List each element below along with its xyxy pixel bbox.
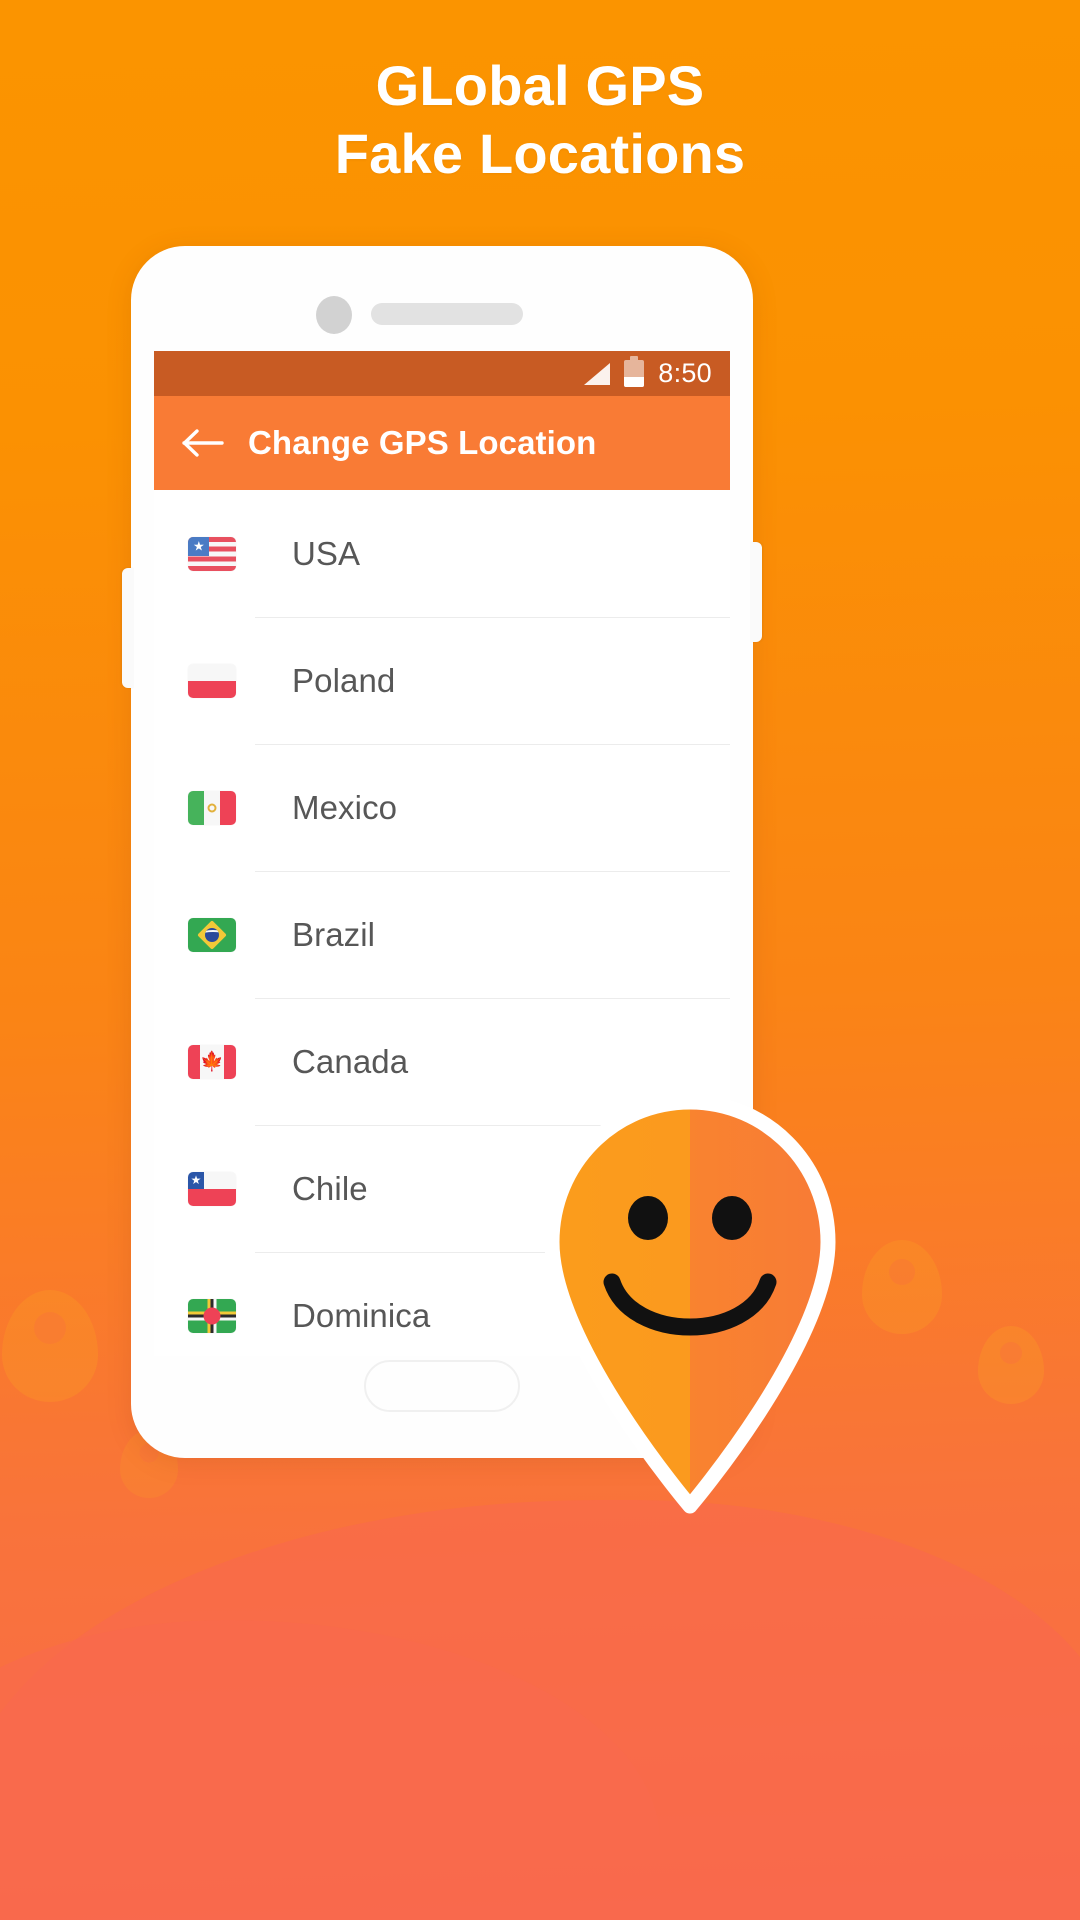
promo-headline-line2: Fake Locations bbox=[334, 122, 746, 186]
flag-poland-icon bbox=[188, 663, 236, 698]
promo-headline: GLobal GPS Fake Locations bbox=[0, 52, 1080, 189]
status-bar: 8:50 bbox=[154, 351, 730, 396]
background-land-shape bbox=[0, 1500, 1080, 1920]
phone-home-button bbox=[364, 1360, 520, 1412]
promo-headline-line1: GLobal GPS bbox=[375, 54, 705, 117]
flag-usa-icon: ★ bbox=[188, 536, 236, 571]
flag-dominica-icon bbox=[188, 1298, 236, 1333]
flag-canada-icon: 🍁 bbox=[188, 1044, 236, 1079]
flag-chile-icon: ★ bbox=[188, 1171, 236, 1206]
decorative-map-pin-icon bbox=[2, 1290, 98, 1402]
list-item-mexico[interactable]: Mexico bbox=[154, 744, 730, 871]
decorative-map-pin-icon bbox=[862, 1240, 942, 1334]
decorative-map-pin-icon bbox=[978, 1326, 1044, 1404]
phone-front-camera bbox=[316, 296, 352, 334]
smiley-map-pin-icon bbox=[540, 1094, 840, 1514]
flag-brazil-icon bbox=[188, 917, 236, 952]
app-bar: Change GPS Location bbox=[154, 396, 730, 490]
page-title: Change GPS Location bbox=[248, 424, 597, 461]
phone-side-button-left bbox=[122, 568, 134, 688]
battery-icon bbox=[624, 356, 645, 387]
list-item-poland[interactable]: Poland bbox=[154, 617, 730, 744]
back-arrow-icon[interactable] bbox=[182, 428, 224, 458]
country-label: Chile bbox=[292, 1169, 368, 1207]
country-label: Poland bbox=[292, 661, 396, 699]
list-item-usa[interactable]: ★ USA bbox=[154, 490, 730, 617]
phone-side-button-right bbox=[750, 542, 762, 642]
country-label: Mexico bbox=[292, 788, 398, 826]
country-label: Dominica bbox=[292, 1296, 431, 1334]
status-bar-time: 8:50 bbox=[658, 358, 712, 388]
cell-signal-icon bbox=[584, 362, 611, 385]
phone-earpiece-speaker bbox=[371, 303, 523, 325]
country-label: Canada bbox=[292, 1042, 409, 1080]
country-label: Brazil bbox=[292, 915, 376, 953]
flag-mexico-icon bbox=[188, 790, 236, 825]
background-land-shape-secondary bbox=[0, 1620, 660, 1920]
list-item-brazil[interactable]: Brazil bbox=[154, 871, 730, 998]
country-label: USA bbox=[292, 534, 361, 572]
